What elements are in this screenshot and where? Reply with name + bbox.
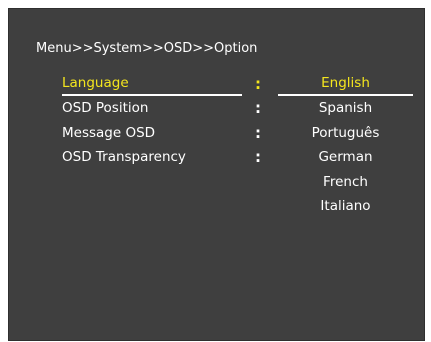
breadcrumb: Menu>>System>>OSD>>Option — [36, 41, 258, 56]
separator-language: : — [255, 75, 261, 93]
separator-column: : : : : — [252, 72, 264, 170]
language-option-portugues[interactable]: Português — [278, 121, 413, 145]
setting-language[interactable]: Language — [62, 72, 242, 97]
setting-osd-position[interactable]: OSD Position — [62, 96, 242, 120]
language-option-spanish[interactable]: Spanish — [278, 96, 413, 120]
setting-osd-transparency[interactable]: OSD Transparency — [62, 145, 242, 169]
setting-message-osd[interactable]: Message OSD — [62, 121, 242, 145]
language-option-french[interactable]: French — [278, 170, 413, 194]
language-option-list: English Spanish Português German French … — [278, 72, 413, 218]
language-option-english[interactable]: English — [278, 72, 413, 97]
settings-list: Language OSD Position Message OSD OSD Tr… — [62, 72, 242, 170]
osd-menu-panel: Menu>>System>>OSD>>Option Language OSD P… — [8, 8, 425, 341]
separator-message-osd: : — [255, 123, 261, 142]
language-option-italiano[interactable]: Italiano — [278, 194, 413, 218]
separator-osd-position: : — [255, 99, 261, 118]
language-option-german[interactable]: German — [278, 145, 413, 169]
separator-osd-transparency: : — [255, 148, 261, 167]
